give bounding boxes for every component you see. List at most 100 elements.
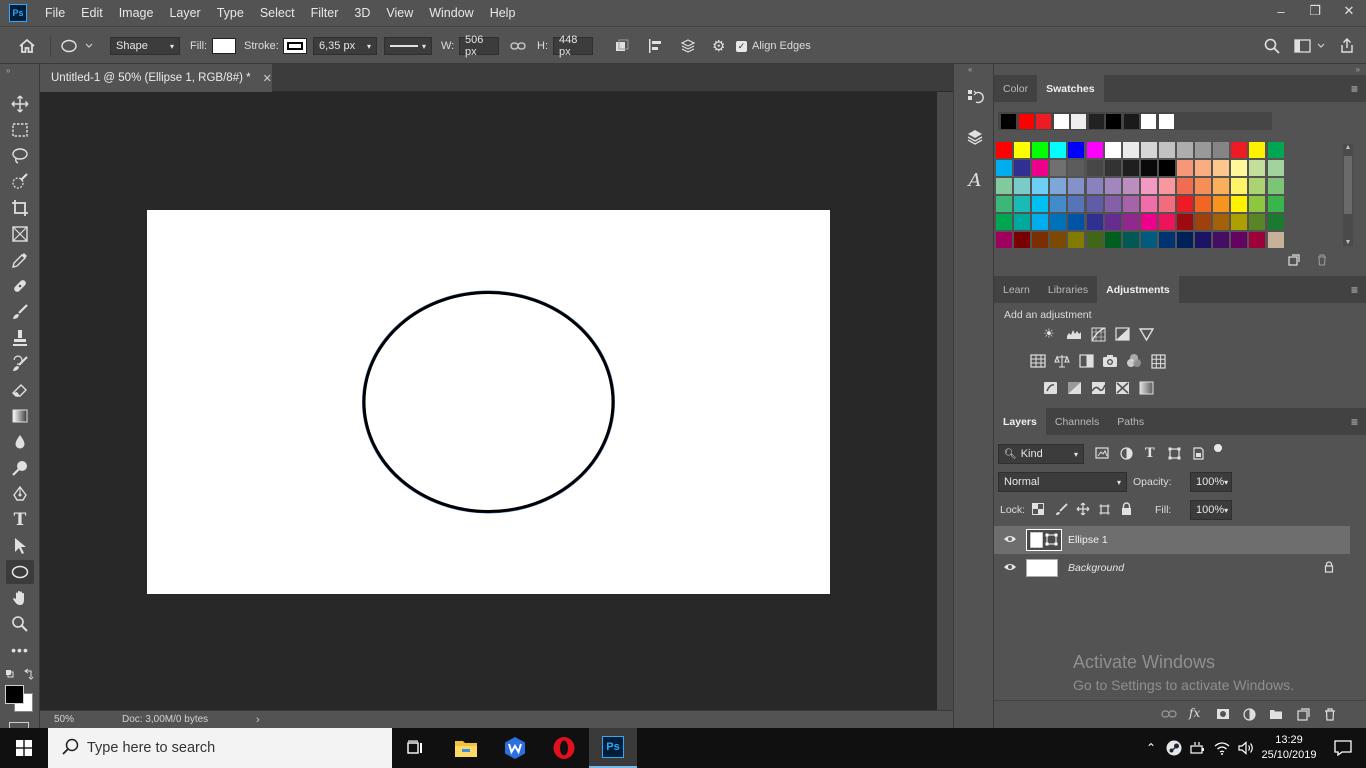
- swatch[interactable]: [1068, 160, 1085, 176]
- quick-selection-tool-icon[interactable]: [6, 170, 34, 194]
- swatch[interactable]: [1267, 178, 1284, 194]
- swatch[interactable]: [1050, 232, 1067, 248]
- brush-tool-icon[interactable]: [6, 300, 34, 324]
- lock-all-icon[interactable]: [1121, 502, 1132, 519]
- menu-image[interactable]: Image: [111, 6, 162, 20]
- menu-layer[interactable]: Layer: [161, 6, 208, 20]
- black-white-icon[interactable]: [1076, 351, 1096, 371]
- color-balance-icon[interactable]: [1052, 351, 1072, 371]
- vertical-scrollbar[interactable]: [937, 92, 953, 710]
- tab-paths[interactable]: Paths: [1108, 408, 1153, 435]
- posterize-icon[interactable]: [1064, 378, 1084, 398]
- swatch[interactable]: [1014, 178, 1031, 194]
- expand-panels-icon[interactable]: «: [968, 65, 972, 74]
- layer-filter-select[interactable]: 🔍︎ Kind ▾: [998, 444, 1084, 464]
- swatch[interactable]: [1050, 196, 1067, 212]
- swatch[interactable]: [1140, 214, 1157, 230]
- lasso-tool-icon[interactable]: [6, 144, 34, 168]
- path-arrangement-icon[interactable]: [678, 27, 698, 65]
- lock-artboard-icon[interactable]: [1098, 503, 1111, 519]
- swatch[interactable]: [1068, 196, 1085, 212]
- new-swatch-icon[interactable]: [1288, 254, 1300, 269]
- swatch[interactable]: [1267, 160, 1284, 176]
- eraser-tool-icon[interactable]: [6, 378, 34, 402]
- recent-swatch[interactable]: [1123, 113, 1139, 129]
- swatch[interactable]: [1068, 142, 1085, 158]
- tab-adjustments[interactable]: Adjustments: [1097, 276, 1179, 303]
- swatch[interactable]: [1086, 214, 1103, 230]
- panel-menu-icon[interactable]: ≡: [1351, 82, 1358, 96]
- swatch[interactable]: [1213, 196, 1230, 212]
- menu-file[interactable]: File: [37, 6, 73, 20]
- crop-tool-icon[interactable]: [6, 196, 34, 220]
- color-lookup-icon[interactable]: [1148, 351, 1168, 371]
- swatch[interactable]: [1231, 214, 1248, 230]
- swatch[interactable]: [1104, 142, 1121, 158]
- move-tool-icon[interactable]: [6, 92, 34, 116]
- delete-layer-icon[interactable]: [1324, 708, 1336, 724]
- recent-swatch[interactable]: [1158, 113, 1174, 129]
- swatch[interactable]: [1249, 142, 1266, 158]
- channel-mixer-icon[interactable]: [1124, 351, 1144, 371]
- opacity-field[interactable]: 100% ▾: [1190, 472, 1232, 492]
- swatch[interactable]: [1050, 160, 1067, 176]
- swatch[interactable]: [1177, 232, 1193, 248]
- home-icon[interactable]: [18, 27, 36, 65]
- layer-row-background[interactable]: Background: [994, 554, 1350, 582]
- gradient-tool-icon[interactable]: [6, 404, 34, 428]
- swatch[interactable]: [1140, 178, 1157, 194]
- selective-color-icon[interactable]: [1112, 378, 1132, 398]
- path-operations-icon[interactable]: [614, 27, 630, 65]
- tab-color[interactable]: Color: [994, 75, 1037, 102]
- filter-type-layer-icon[interactable]: T: [1145, 446, 1155, 461]
- swatch[interactable]: [1195, 232, 1212, 248]
- swatch[interactable]: [1213, 178, 1230, 194]
- swatch[interactable]: [1267, 232, 1284, 248]
- type-tool-icon[interactable]: T: [6, 508, 34, 532]
- link-icon[interactable]: [510, 27, 526, 65]
- steam-icon[interactable]: [1162, 740, 1186, 756]
- ellipse-tool-preset-icon[interactable]: [60, 27, 94, 65]
- gradient-map-icon[interactable]: [1136, 378, 1156, 398]
- swatch[interactable]: [1140, 142, 1157, 158]
- recent-swatch[interactable]: [1141, 113, 1156, 129]
- windows-start-icon[interactable]: [0, 728, 48, 768]
- show-hidden-icons-chevron-icon[interactable]: ⌃: [1140, 741, 1162, 755]
- swatch[interactable]: [1249, 214, 1266, 230]
- fill-color-swatch[interactable]: [212, 38, 236, 54]
- tab-swatches[interactable]: Swatches: [1037, 75, 1104, 102]
- swatch[interactable]: [1122, 160, 1139, 176]
- swatch[interactable]: [1014, 232, 1031, 248]
- filter-toggle-icon[interactable]: [1214, 444, 1222, 452]
- restore-icon[interactable]: ❐: [1298, 0, 1332, 22]
- swatch[interactable]: [1122, 142, 1139, 158]
- collapse-panels-icon[interactable]: »: [1356, 65, 1360, 74]
- swatch[interactable]: [1158, 196, 1175, 212]
- swatch[interactable]: [1231, 142, 1248, 158]
- new-layer-icon[interactable]: [1297, 708, 1310, 724]
- swatch[interactable]: [1213, 160, 1230, 176]
- add-mask-icon[interactable]: [1216, 708, 1230, 723]
- 3d-panel-icon[interactable]: [962, 124, 988, 150]
- swatch[interactable]: [1195, 160, 1212, 176]
- minimize-icon[interactable]: –: [1264, 0, 1298, 22]
- swatch[interactable]: [1158, 178, 1175, 194]
- swatch[interactable]: [1032, 196, 1049, 212]
- close-icon[interactable]: ✕: [1332, 0, 1366, 22]
- brightness-contrast-icon[interactable]: ☀: [1039, 324, 1059, 344]
- menu-select[interactable]: Select: [252, 6, 303, 20]
- wps-office-icon[interactable]: [491, 728, 539, 768]
- healing-brush-tool-icon[interactable]: [6, 274, 34, 298]
- swatch[interactable]: [1086, 160, 1103, 176]
- tool-mode-select[interactable]: Shape ▾: [110, 37, 180, 55]
- stroke-type-select[interactable]: ▾: [384, 37, 432, 55]
- menu-edit[interactable]: Edit: [73, 6, 111, 20]
- swatch[interactable]: [1177, 160, 1193, 176]
- swatch[interactable]: [1068, 178, 1085, 194]
- swatch[interactable]: [1195, 196, 1212, 212]
- more-tools-icon[interactable]: •••: [6, 638, 34, 662]
- filter-shape-layer-icon[interactable]: [1168, 447, 1181, 463]
- opera-browser-icon[interactable]: [540, 728, 588, 768]
- swatch[interactable]: [1104, 196, 1121, 212]
- swatch[interactable]: [996, 214, 1012, 230]
